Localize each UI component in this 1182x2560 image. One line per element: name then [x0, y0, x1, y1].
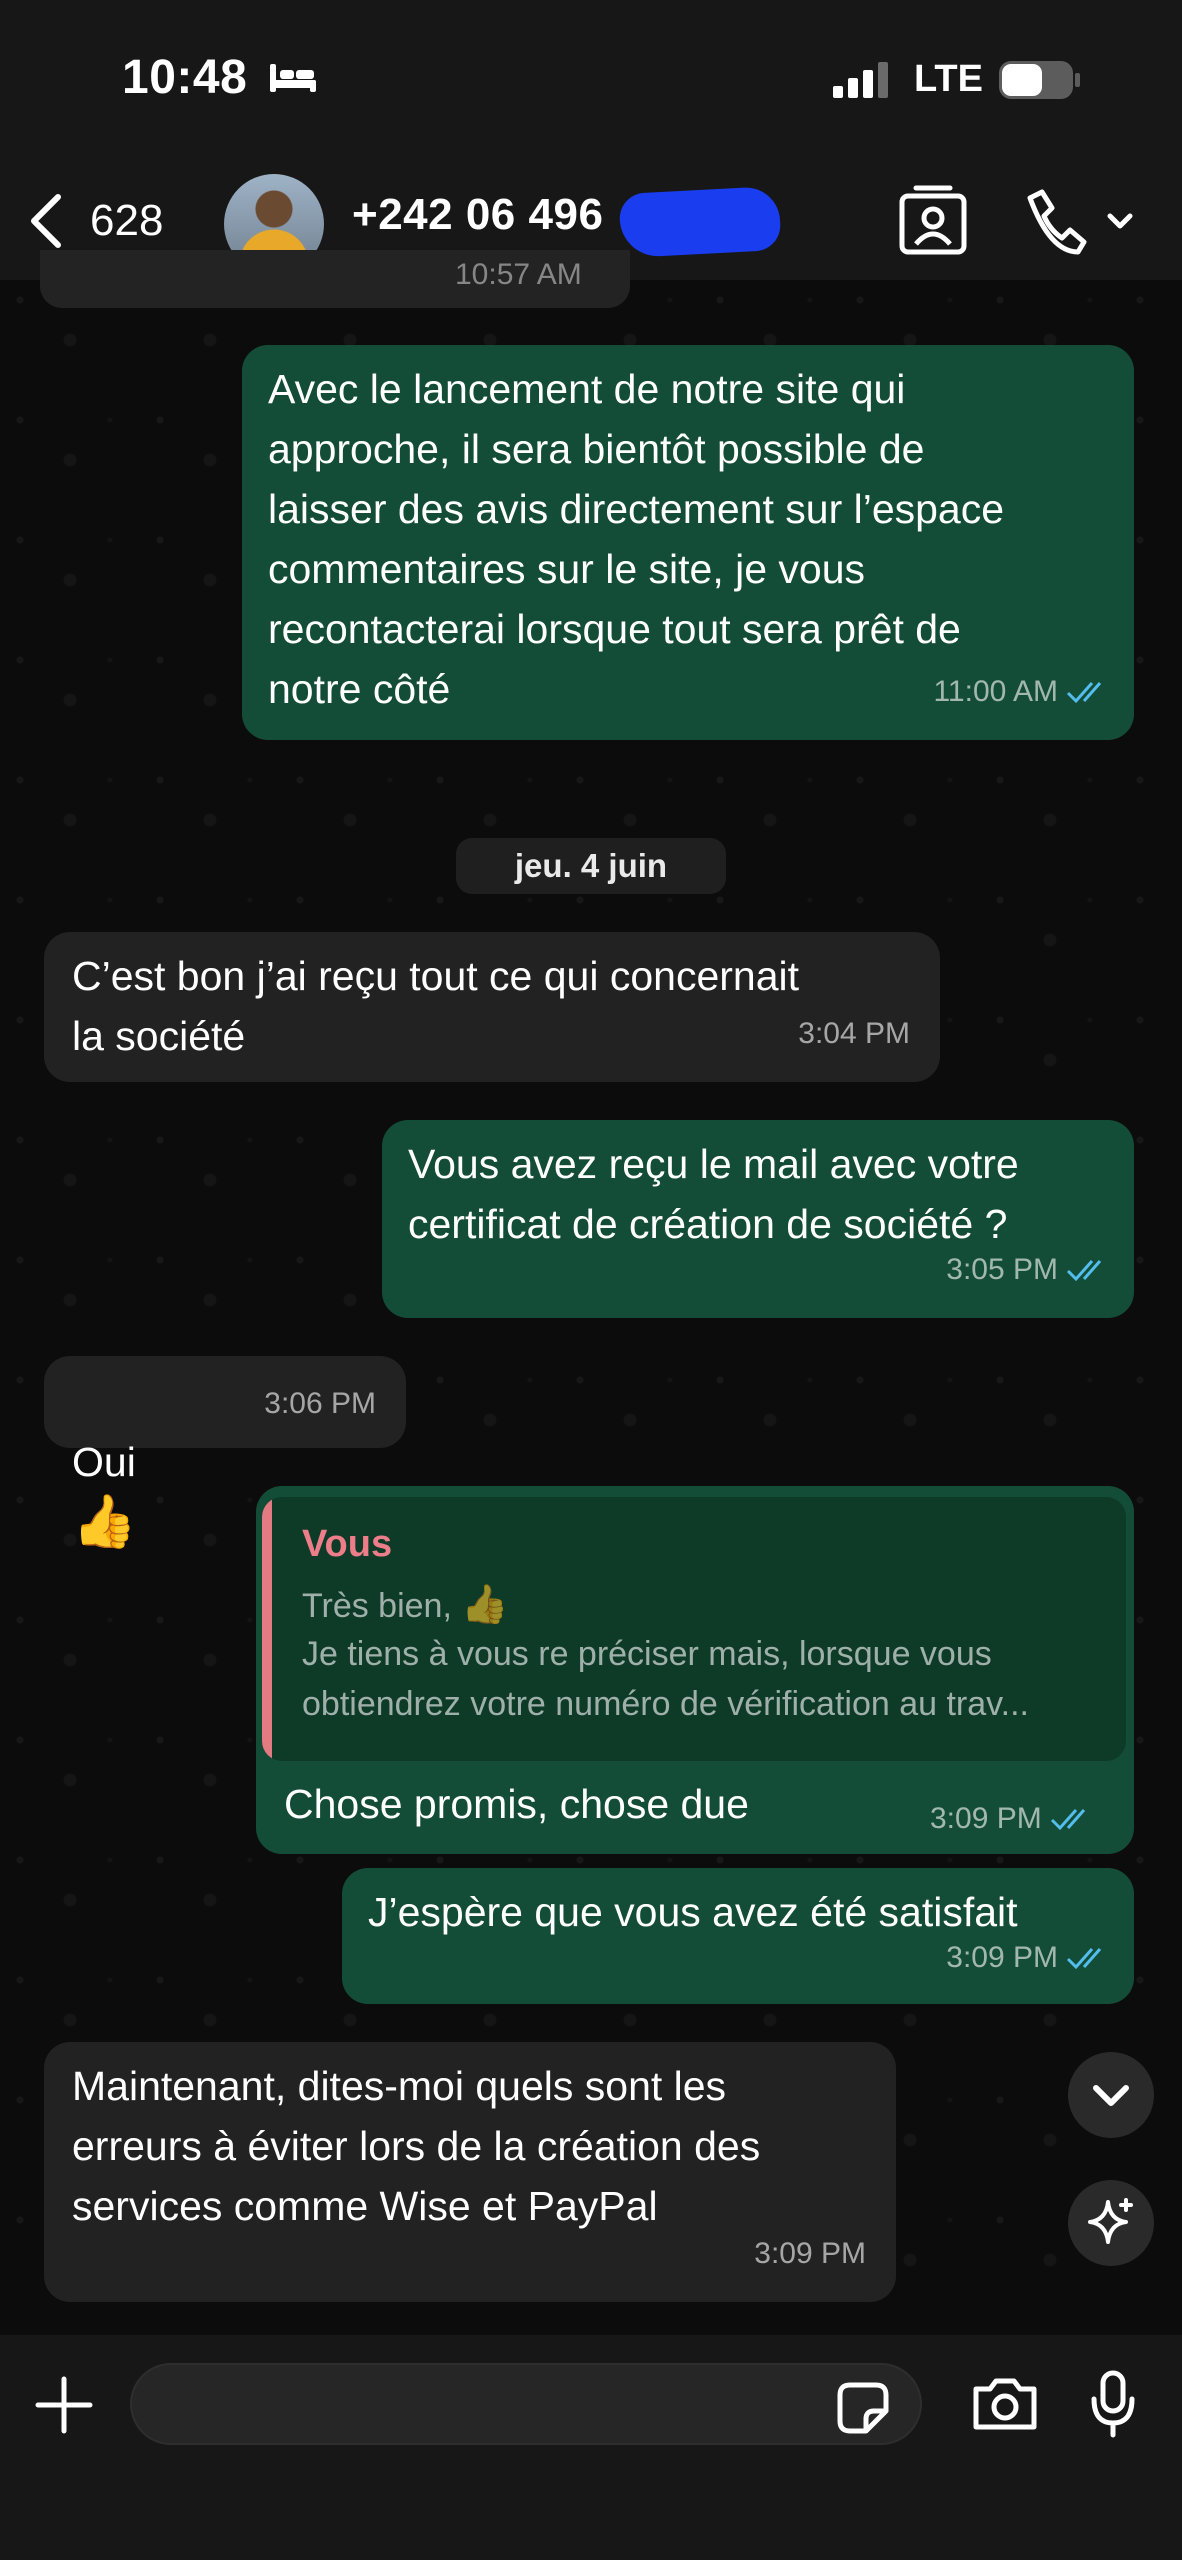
- plus-icon[interactable]: [34, 2375, 94, 2435]
- message-text: Vous avez reçu le mail avec votre certif…: [408, 1141, 1019, 1247]
- quote-line: Je tiens à vous re préciser mais, lorsqu…: [302, 1635, 992, 1673]
- incoming-message[interactable]: C’est bon j’ai reçu tout ce qui concerna…: [44, 932, 940, 1082]
- message-input[interactable]: [130, 2363, 922, 2445]
- chevron-down-icon: [1093, 2085, 1129, 2106]
- double-check-icon: [1066, 1260, 1102, 1282]
- message-meta: 3:05 PM: [946, 1240, 1112, 1300]
- message-time: 3:09 PM: [754, 2237, 866, 2270]
- message-composer: [0, 2335, 1182, 2560]
- date-separator: jeu. 4 juin: [456, 838, 726, 894]
- double-check-icon: [1066, 1948, 1102, 1970]
- message-text: Maintenant, dites-moi quels sont les err…: [72, 2063, 761, 2229]
- thumbs-up-emoji: 👍: [72, 1493, 137, 1551]
- message-meta: 3:09 PM: [946, 1928, 1112, 1988]
- quote-line: Très bien, 👍: [302, 1583, 509, 1627]
- quoted-reply[interactable]: Vous Très bien, 👍 Je tiens à vous re pré…: [262, 1497, 1126, 1761]
- redaction-mark: [618, 185, 782, 259]
- message-time: 3:05 PM: [946, 1253, 1058, 1286]
- back-button[interactable]: 628: [28, 186, 163, 256]
- back-chevron-icon: [31, 194, 61, 248]
- message-meta: 3:09 PM: [930, 1802, 1096, 1836]
- quote-author: Vous: [302, 1523, 393, 1565]
- incoming-message[interactable]: Oui 👍 3:06 PM: [44, 1356, 406, 1551]
- outgoing-message[interactable]: Avec le lancement de notre site qui appr…: [242, 345, 1134, 740]
- unread-count: 628: [90, 196, 164, 245]
- network-label: LTE: [914, 58, 983, 100]
- chevron-down-icon: [1107, 213, 1133, 229]
- ai-assistant-button[interactable]: [1068, 2180, 1154, 2266]
- microphone-icon[interactable]: [1088, 2369, 1138, 2439]
- bed-icon: [270, 64, 316, 92]
- message-text: Chose promis, chose due: [284, 1781, 749, 1827]
- camera-icon[interactable]: [970, 2375, 1040, 2431]
- outgoing-message[interactable]: J’espère que vous avez été satisfait 3:0…: [342, 1868, 1134, 2004]
- incoming-message[interactable]: Maintenant, dites-moi quels sont les err…: [44, 2042, 896, 2302]
- message-text-body: Oui: [72, 1439, 136, 1485]
- status-bar: 10:48 LTE: [0, 0, 1182, 160]
- message-text: Oui 👍: [72, 1372, 137, 1555]
- message-time: 11:00 AM: [933, 675, 1058, 708]
- message-text: Avec le lancement de notre site qui appr…: [268, 366, 1005, 712]
- outgoing-message[interactable]: Vous avez reçu le mail avec votre certif…: [382, 1120, 1134, 1318]
- message-meta: 11:00 AM: [933, 662, 1112, 722]
- quote-line: obtiendrez votre numéro de vérification …: [302, 1685, 1029, 1723]
- message-time: 3:09 PM: [930, 1802, 1042, 1835]
- message-time: 10:57 AM: [455, 258, 582, 291]
- phone-icon[interactable]: [1020, 186, 1140, 256]
- status-time: 10:48: [122, 51, 248, 104]
- signal-icon: [833, 62, 888, 98]
- contact-card-icon[interactable]: [898, 184, 968, 256]
- thumbs-up-emoji: 👍: [461, 1584, 509, 1626]
- battery-icon: [999, 61, 1080, 99]
- contact-name[interactable]: +242 06 496: [352, 190, 603, 240]
- double-check-icon: [1066, 682, 1102, 704]
- quote-line-text: Très bien,: [302, 1587, 452, 1625]
- sparkle-icon: [1088, 2198, 1133, 2244]
- quote-accent-bar: [262, 1497, 272, 1761]
- sticker-icon[interactable]: [836, 2381, 890, 2435]
- message-time: 3:09 PM: [946, 1941, 1058, 1974]
- message-text: J’espère que vous avez été satisfait: [368, 1889, 1018, 1935]
- double-check-icon: [1050, 1809, 1085, 1831]
- message-time: 3:06 PM: [264, 1387, 376, 1420]
- message-time: 3:04 PM: [798, 1017, 910, 1050]
- message-text: C’est bon j’ai reçu tout ce qui concerna…: [72, 953, 800, 1059]
- scroll-down-button[interactable]: [1068, 2052, 1154, 2138]
